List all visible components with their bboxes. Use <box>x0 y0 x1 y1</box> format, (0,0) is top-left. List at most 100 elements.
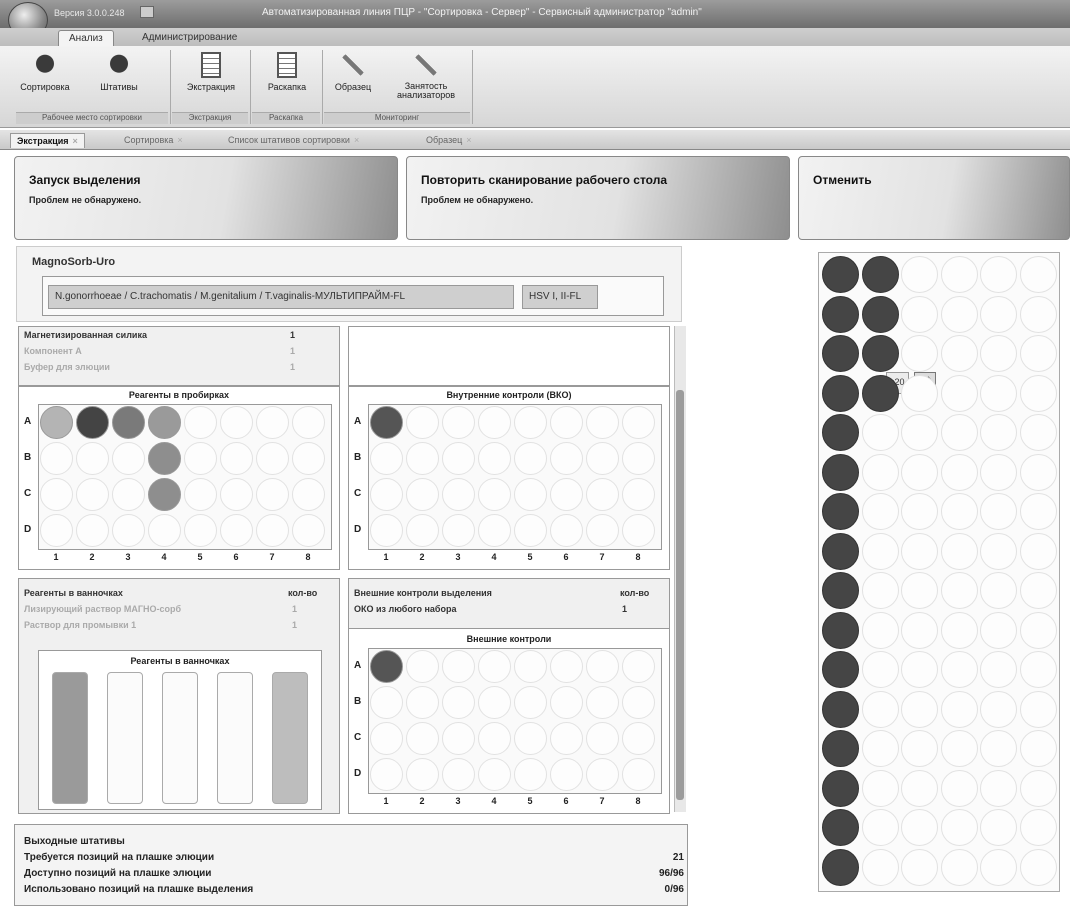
well[interactable] <box>442 406 475 439</box>
well[interactable] <box>442 442 475 475</box>
well[interactable] <box>256 514 289 547</box>
well[interactable] <box>76 514 109 547</box>
well[interactable] <box>406 722 439 755</box>
rack-well[interactable] <box>1019 651 1057 688</box>
well[interactable] <box>292 442 325 475</box>
well[interactable] <box>586 722 619 755</box>
rack-well[interactable] <box>901 493 938 530</box>
reagent-trough[interactable] <box>272 672 308 804</box>
rack-well[interactable] <box>901 374 938 412</box>
well[interactable] <box>478 686 511 719</box>
rack-well[interactable] <box>940 769 978 807</box>
rack-well[interactable] <box>1019 295 1057 333</box>
rack-well[interactable] <box>861 532 899 570</box>
rack-well[interactable] <box>901 848 938 886</box>
well[interactable] <box>220 514 253 547</box>
reagent-trough[interactable] <box>107 672 143 804</box>
rack-well[interactable] <box>940 690 978 728</box>
well[interactable] <box>148 442 181 475</box>
rack-well[interactable] <box>901 295 938 333</box>
well[interactable] <box>550 650 583 683</box>
rack-well[interactable] <box>940 374 978 412</box>
start-extraction-button[interactable]: Запуск выделения Проблем не обнаружено. <box>14 156 398 240</box>
rack-well[interactable] <box>940 572 978 609</box>
well[interactable] <box>478 650 511 683</box>
well[interactable] <box>220 478 253 511</box>
rack-well[interactable] <box>1019 769 1057 807</box>
rack-well[interactable] <box>1019 848 1057 886</box>
rack-well[interactable] <box>822 493 859 530</box>
rack-well[interactable] <box>822 295 859 333</box>
analyzer-load-button[interactable]: Занятость анализаторов <box>382 50 470 106</box>
well[interactable] <box>76 478 109 511</box>
sorting-button[interactable]: Сортировка <box>16 50 74 106</box>
rack-well[interactable] <box>861 848 899 886</box>
well[interactable] <box>148 406 181 439</box>
rack-well[interactable] <box>980 572 1017 609</box>
well[interactable] <box>370 478 403 511</box>
rack-well[interactable] <box>940 809 978 846</box>
well[interactable] <box>478 758 511 791</box>
rack-well[interactable] <box>940 848 978 886</box>
well[interactable] <box>478 406 511 439</box>
quick-access-icon[interactable] <box>140 6 154 18</box>
well[interactable] <box>184 478 217 511</box>
well[interactable] <box>550 442 583 475</box>
rack-well[interactable] <box>901 532 938 570</box>
rack-well[interactable] <box>861 809 899 846</box>
well[interactable] <box>406 442 439 475</box>
rack-well[interactable] <box>980 611 1017 649</box>
rack-well[interactable] <box>861 414 899 451</box>
rack-well[interactable] <box>861 256 899 293</box>
well[interactable] <box>112 514 145 547</box>
reagent-trough[interactable] <box>217 672 253 804</box>
well[interactable] <box>514 686 547 719</box>
well[interactable] <box>622 442 655 475</box>
well[interactable] <box>406 758 439 791</box>
rack-well[interactable] <box>980 532 1017 570</box>
rack-well[interactable] <box>1019 256 1057 293</box>
well[interactable] <box>442 650 475 683</box>
rack-well[interactable] <box>1019 374 1057 412</box>
well[interactable] <box>586 478 619 511</box>
well[interactable] <box>442 758 475 791</box>
rack-well[interactable] <box>822 256 859 293</box>
well[interactable] <box>256 406 289 439</box>
rack-well[interactable] <box>1019 730 1057 767</box>
rack-well[interactable] <box>861 651 899 688</box>
rack-well[interactable] <box>822 848 859 886</box>
well[interactable] <box>622 722 655 755</box>
rack-well[interactable] <box>940 493 978 530</box>
rack-well[interactable] <box>861 572 899 609</box>
doc-tab-sorting[interactable]: Сортировка × <box>118 133 189 147</box>
rack-well[interactable] <box>1019 335 1057 372</box>
reagent-trough[interactable] <box>52 672 88 804</box>
well[interactable] <box>256 442 289 475</box>
rack-well[interactable] <box>980 256 1017 293</box>
doc-tab-sort-rack-list[interactable]: Список штативов сортировки × <box>222 133 365 147</box>
rack-well[interactable] <box>901 651 938 688</box>
rack-well[interactable] <box>940 611 978 649</box>
well[interactable] <box>550 406 583 439</box>
close-icon[interactable]: × <box>354 135 359 145</box>
well[interactable] <box>514 406 547 439</box>
rack-well[interactable] <box>861 295 899 333</box>
rack-well[interactable] <box>980 730 1017 767</box>
rack-well[interactable] <box>822 690 859 728</box>
well[interactable] <box>406 650 439 683</box>
cancel-button[interactable]: Отменить <box>798 156 1070 240</box>
rack-well[interactable] <box>1019 809 1057 846</box>
well[interactable] <box>292 514 325 547</box>
well[interactable] <box>514 650 547 683</box>
rack-well[interactable] <box>980 690 1017 728</box>
rack-well[interactable] <box>822 532 859 570</box>
rack-well[interactable] <box>822 414 859 451</box>
well[interactable] <box>220 406 253 439</box>
well[interactable] <box>442 686 475 719</box>
well[interactable] <box>220 442 253 475</box>
well[interactable] <box>514 722 547 755</box>
rack-well[interactable] <box>940 256 978 293</box>
well[interactable] <box>514 442 547 475</box>
rack-well[interactable] <box>940 651 978 688</box>
test-tag[interactable]: HSV I, II-FL <box>522 285 598 309</box>
